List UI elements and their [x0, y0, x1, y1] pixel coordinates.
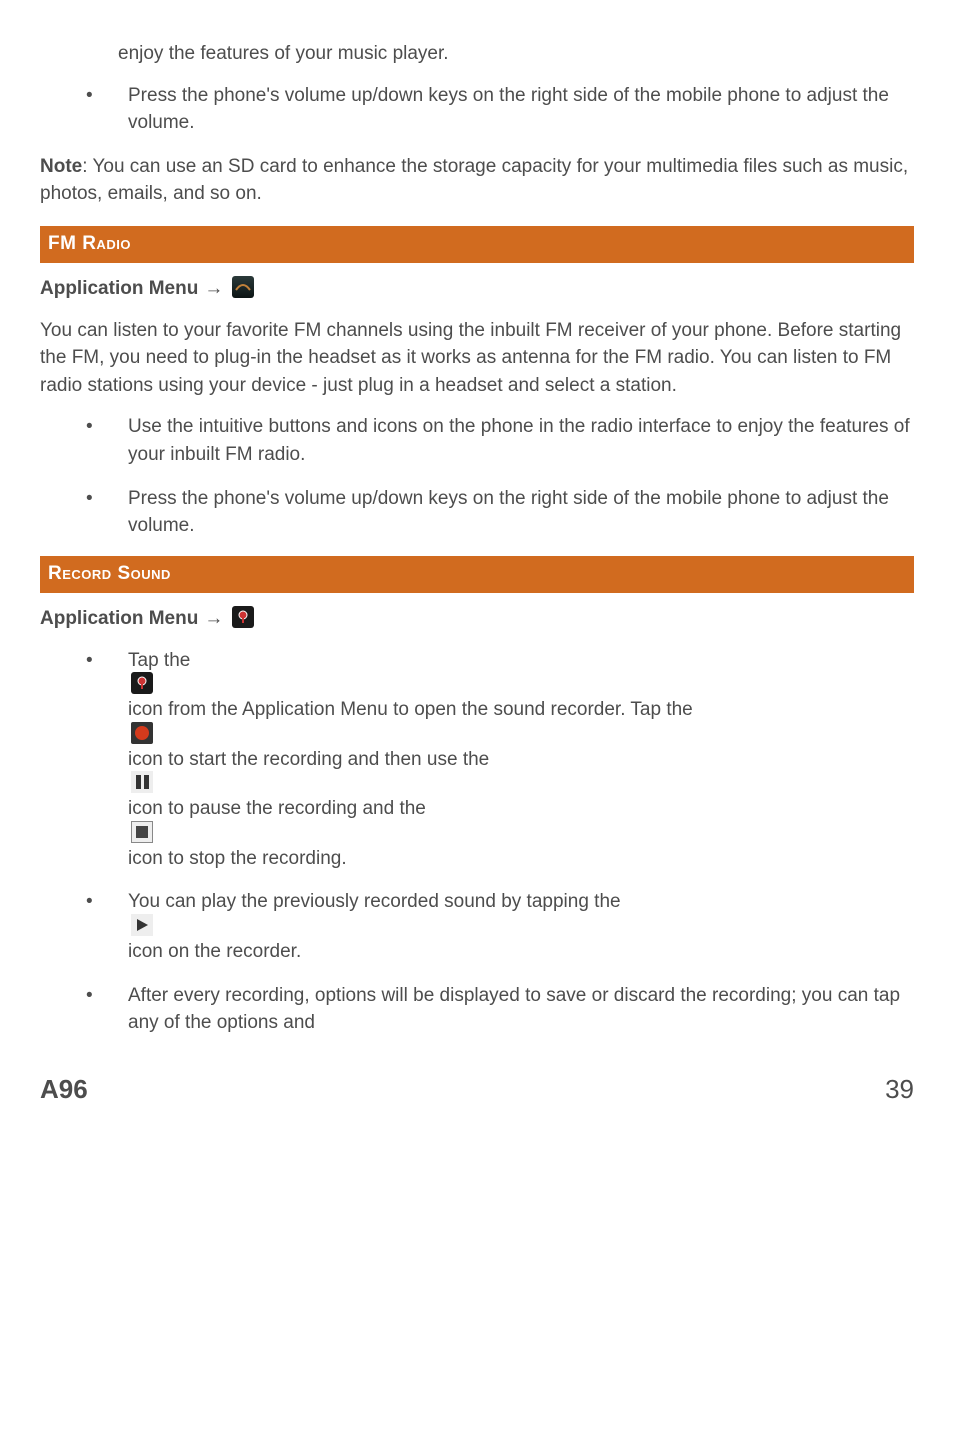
record-start-icon: [131, 722, 153, 744]
fm-bullet-list: Use the intuitive buttons and icons on t…: [40, 413, 914, 539]
sound-recorder-icon: [232, 606, 254, 628]
text-fragment: icon to start the recording and then use…: [128, 749, 489, 770]
list-item: Press the phone's volume up/down keys on…: [40, 485, 914, 540]
intro-bullet-list: Press the phone's volume up/down keys on…: [40, 82, 914, 137]
section-heading-text: FM Radio: [48, 233, 131, 254]
note-text: : You can use an SD card to enhance the …: [40, 156, 908, 205]
text-fragment: icon to pause the recording and the: [128, 798, 426, 819]
text-fragment: icon to stop the recording.: [128, 848, 347, 869]
page-number: 39: [885, 1071, 914, 1109]
section-heading-text: Record Sound: [48, 563, 171, 584]
list-item: Use the intuitive buttons and icons on t…: [40, 413, 914, 468]
note-paragraph: Note: You can use an SD card to enhance …: [40, 153, 914, 208]
note-label: Note: [40, 156, 82, 177]
list-item: Tap the icon from the Application Menu t…: [40, 647, 914, 873]
menu-label: Application Menu: [40, 275, 198, 303]
list-item: After every recording, options will be d…: [40, 982, 914, 1037]
text-fragment: icon from the Application Menu to open t…: [128, 699, 693, 720]
application-menu-path-record: Application Menu →: [40, 605, 914, 633]
pause-icon: [131, 771, 153, 793]
fm-description: You can listen to your favorite FM chann…: [40, 317, 914, 400]
arrow-icon: →: [204, 605, 223, 633]
section-heading-record-sound: Record Sound: [40, 556, 914, 594]
page-footer: A96 39: [40, 1071, 914, 1109]
section-heading-fm-radio: FM Radio: [40, 226, 914, 264]
continuation-text: enjoy the features of your music player.: [118, 40, 914, 68]
play-icon: [131, 914, 153, 936]
sound-recorder-icon: [131, 672, 153, 694]
list-item: Press the phone's volume up/down keys on…: [40, 82, 914, 137]
fm-radio-icon: [232, 276, 254, 298]
text-fragment: You can play the previously recorded sou…: [128, 891, 621, 912]
record-bullet-list: Tap the icon from the Application Menu t…: [40, 647, 914, 1037]
text-fragment: Tap the: [128, 650, 190, 671]
stop-icon: [131, 821, 153, 843]
arrow-icon: →: [204, 275, 223, 303]
text-fragment: icon on the recorder.: [128, 941, 301, 962]
menu-label: Application Menu: [40, 605, 198, 633]
model-label: A96: [40, 1071, 88, 1109]
application-menu-path-fm: Application Menu →: [40, 275, 914, 303]
list-item: You can play the previously recorded sou…: [40, 888, 914, 965]
